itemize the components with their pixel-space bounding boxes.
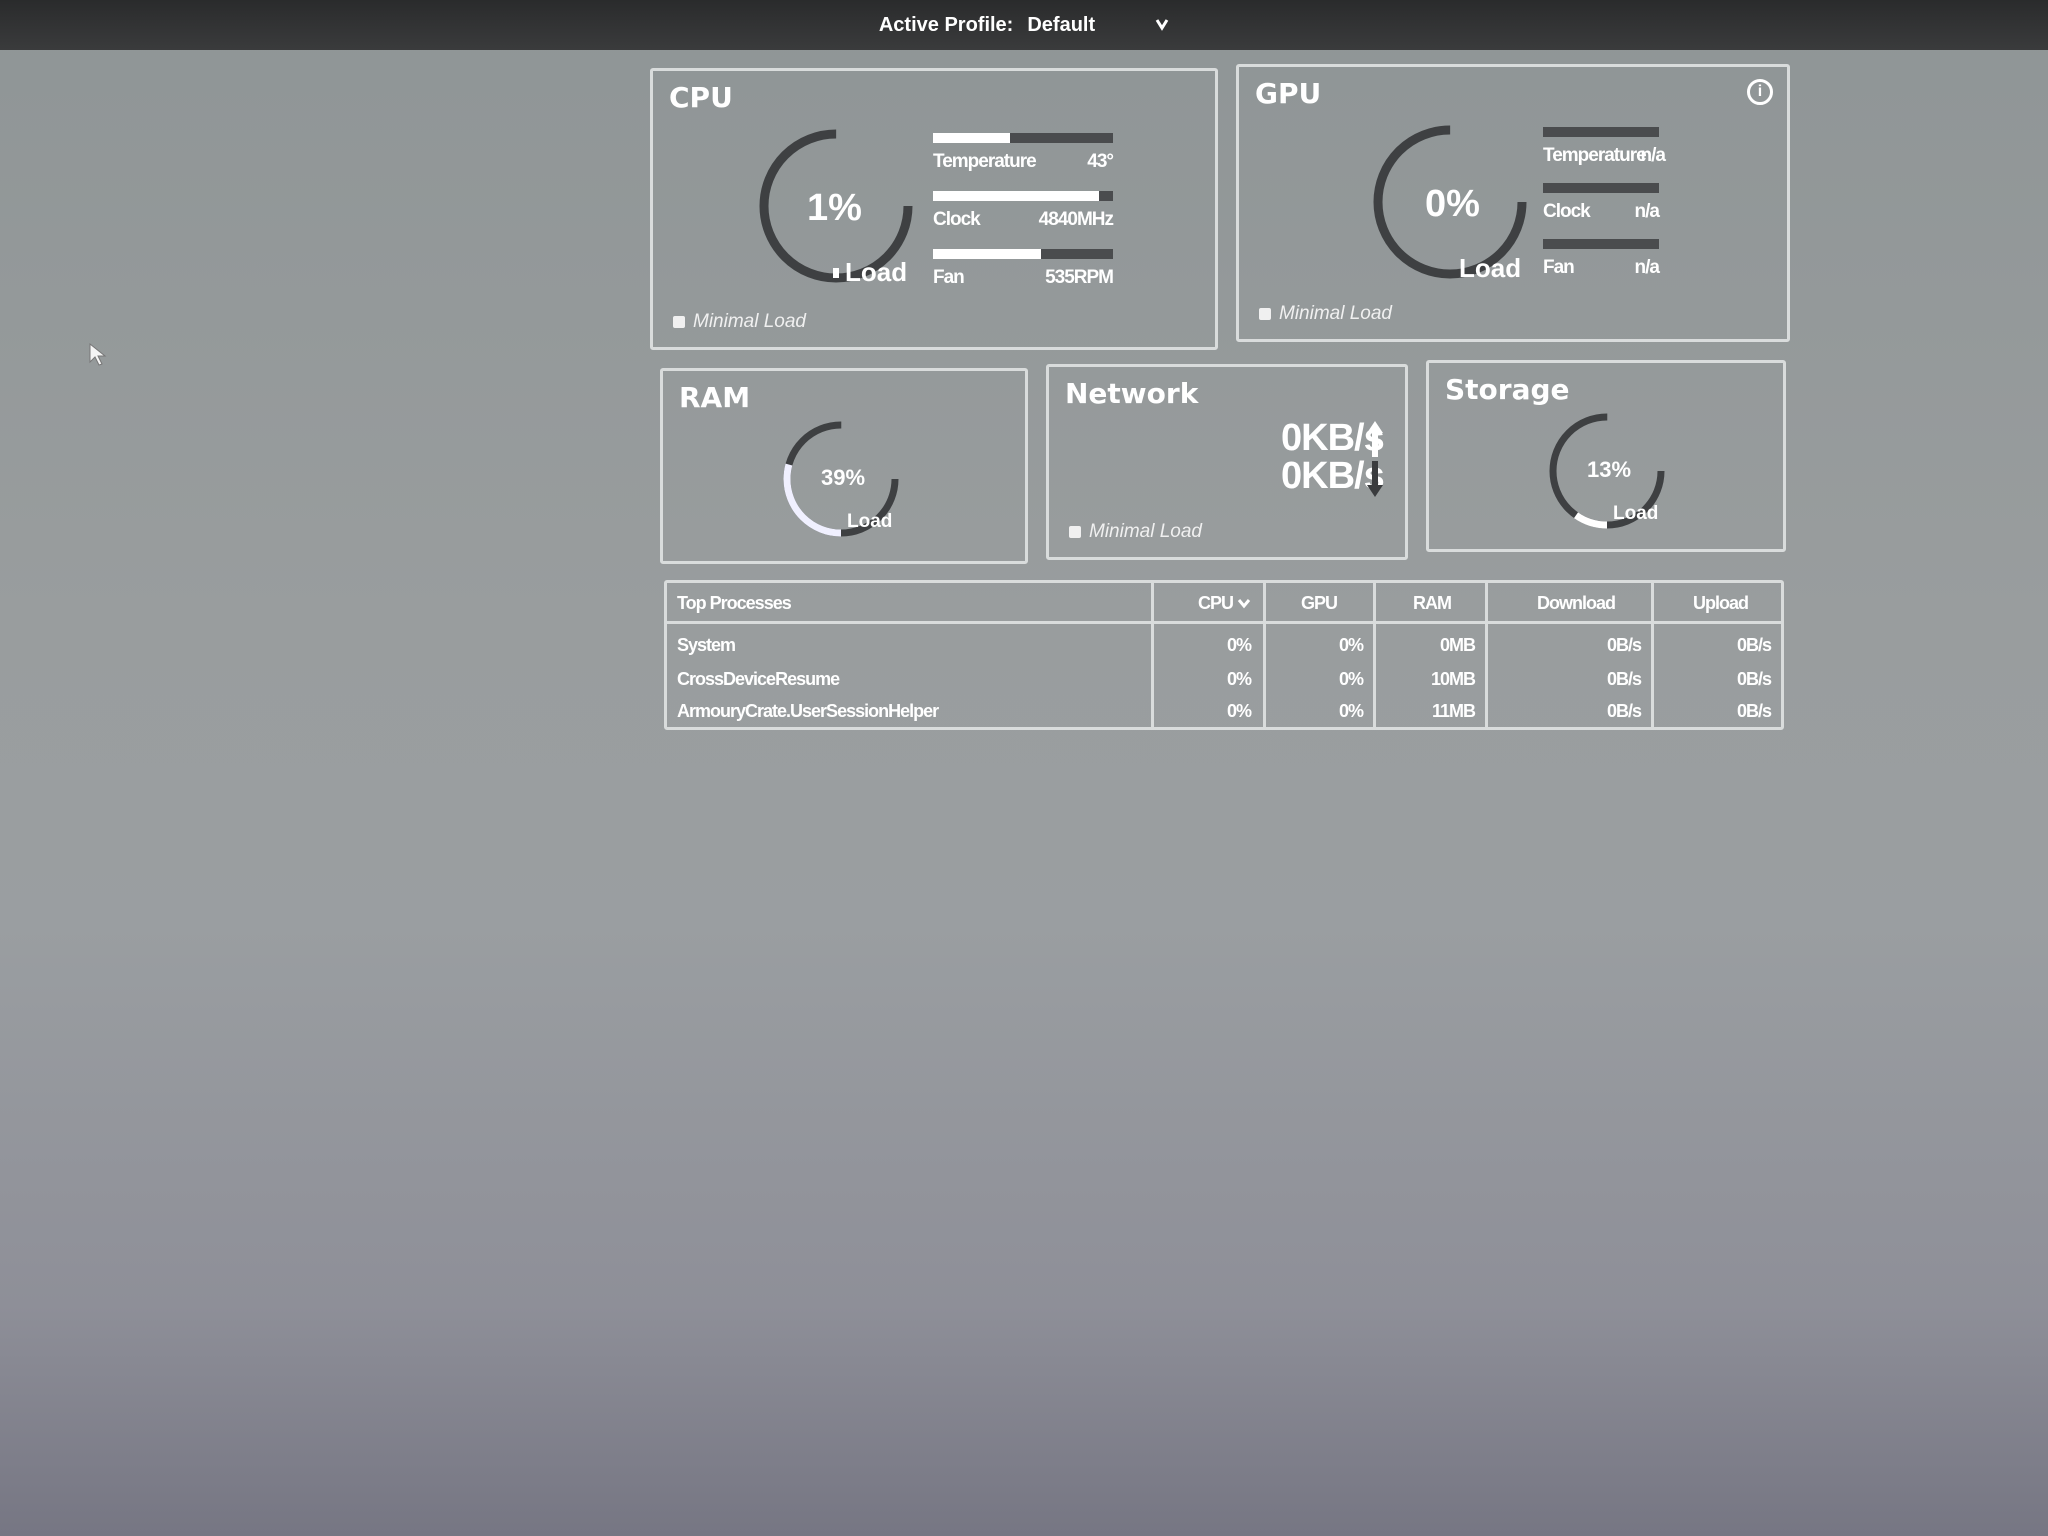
column-header-gpu[interactable]: GPU [1301,593,1338,614]
table-row-cpu: 0% [1226,635,1252,655]
gpu-temperature-value: n/a [1640,145,1666,166]
column-header-cpu-label: CPU [1197,593,1234,613]
table-row-download: 0B/s [1606,701,1642,721]
arrow-down-icon [1365,459,1385,504]
gpu-load-gauge: 0% Load [1371,123,1541,293]
gpu-clock-value: n/a [1634,201,1660,222]
cpu-load-label: Load [845,257,908,287]
storage-load-value: 13% [1587,457,1632,482]
gpu-fan-value: n/a [1634,257,1660,278]
cpu-temperature-metric: Temperature 43° [933,133,1114,185]
cpu-load-value: 1% [807,187,862,229]
column-header-download[interactable]: Download [1537,593,1616,614]
gpu-clock-metric: Clock n/a [1543,183,1660,235]
gpu-title: GPU [1255,77,1322,110]
cpu-temperature-value: 43° [1087,151,1114,172]
table-row-upload: 0B/s [1736,701,1772,721]
info-icon[interactable]: i [1747,79,1773,105]
storage-title: Storage [1445,373,1570,406]
mouse-cursor-icon [88,342,108,368]
table-row-ram: 10MB [1430,669,1476,689]
status-dot-icon [1069,526,1081,538]
active-profile-label: Active Profile: [878,13,1014,36]
column-header-process[interactable]: Top Processes [677,593,792,614]
table-row-cpu: 0% [1226,701,1252,721]
cpu-fan-label: Fan [933,267,965,288]
table-row-download: 0B/s [1606,669,1642,689]
cpu-temperature-label: Temperature [933,151,1037,172]
table-header-divider [667,621,1781,624]
cpu-fan-metric: Fan 535RPM [933,249,1114,301]
cpu-load-gauge: 1% Load [757,127,927,297]
table-row-process-name[interactable]: CrossDeviceResume [677,669,840,690]
table-row-ram: 0MB [1439,635,1476,655]
gpu-fan-label: Fan [1543,257,1575,278]
ram-load-value: 39% [821,465,866,490]
storage-card: Storage 13% Load [1426,360,1786,552]
ram-load-label: Load [847,511,893,532]
ram-load-gauge: 39% Load [781,419,911,549]
table-row-upload: 0B/s [1736,669,1772,689]
table-row-gpu: 0% [1338,635,1364,655]
top-processes-table: Top Processes CPU GPU RAM Download Uploa… [664,580,1784,730]
cpu-fan-bar [933,249,1041,259]
network-title: Network [1065,377,1199,410]
cpu-clock-value: 4840MHz [1038,209,1114,230]
table-row-process-name[interactable]: ArmouryCrate.UserSessionHelper [677,701,939,722]
cpu-card: CPU 1% Load Temperature 43° Clock 4840MH… [650,68,1218,350]
gpu-fan-metric: Fan n/a [1543,239,1660,291]
chevron-down-icon[interactable] [1155,15,1169,36]
network-status: Minimal Load [1069,521,1202,543]
status-dot-icon [1259,308,1271,320]
cpu-clock-metric: Clock 4840MHz [933,191,1114,243]
network-status-text: Minimal Load [1089,521,1202,542]
cpu-status: Minimal Load [673,311,806,333]
gpu-status-text: Minimal Load [1279,303,1392,324]
storage-load-label: Load [1613,503,1659,524]
ram-card: RAM 39% Load [660,368,1028,564]
gpu-load-label: Load [1459,253,1522,283]
table-row-gpu: 0% [1338,669,1364,689]
gpu-load-value: 0% [1425,183,1480,225]
column-header-upload[interactable]: Upload [1693,593,1749,614]
network-card: Network 0KB/s 0KB/s Minimal Load [1046,364,1408,560]
cpu-fan-value: 535RPM [1045,267,1114,288]
gpu-temperature-label: Temperature [1543,145,1647,166]
gpu-status: Minimal Load [1259,303,1392,325]
cpu-clock-bar [933,191,1099,201]
active-profile-value[interactable]: Default [1027,14,1095,37]
sort-chevron-down-icon [1237,593,1251,614]
storage-load-gauge: 13% Load [1547,411,1677,541]
table-row-download: 0B/s [1606,635,1642,655]
gpu-clock-label: Clock [1543,201,1591,222]
cpu-title: CPU [669,81,733,114]
top-bar: Active Profile: Default [0,0,2048,50]
table-row-cpu: 0% [1226,669,1252,689]
cpu-status-text: Minimal Load [693,311,806,332]
column-header-cpu[interactable]: CPU [1151,593,1251,614]
cpu-temperature-bar [933,133,1011,143]
column-header-ram[interactable]: RAM [1413,593,1452,614]
ram-title: RAM [679,381,751,414]
cpu-clock-label: Clock [933,209,981,230]
gpu-temperature-metric: Temperature n/a [1543,127,1666,179]
table-row-process-name[interactable]: System [677,635,736,656]
status-dot-icon [673,316,685,328]
table-row-upload: 0B/s [1736,635,1772,655]
table-row-gpu: 0% [1338,701,1364,721]
table-row-ram: 11MB [1431,701,1476,721]
gpu-card: GPU i 0% Load Temperature n/a Clock n/a … [1236,64,1790,342]
